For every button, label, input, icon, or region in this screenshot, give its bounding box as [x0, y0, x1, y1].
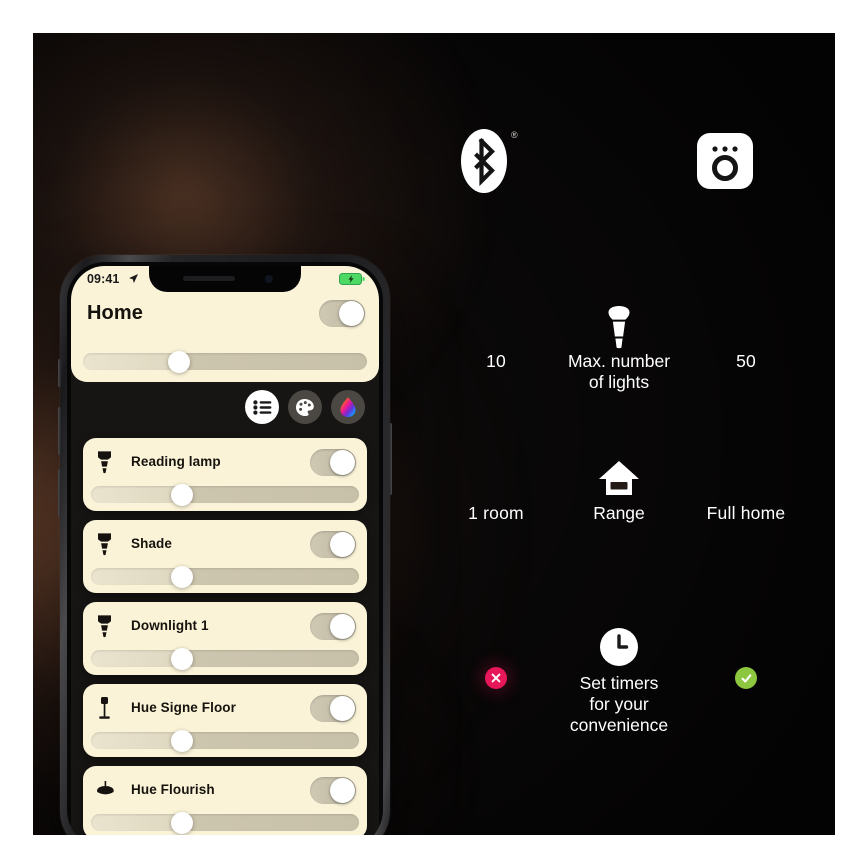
home-brightness-slider[interactable] — [83, 350, 367, 373]
light-name: Reading lamp — [131, 454, 221, 469]
phone-volume-down-button[interactable] — [58, 469, 61, 517]
row-timers-label-line3: convenience — [569, 715, 669, 735]
scene-canvas: ® 10 Max. number of lights 50 1 room Ran… — [33, 33, 835, 835]
filter-color-button[interactable] — [331, 390, 365, 424]
row-timers-center: Set timers for your convenience — [544, 628, 694, 736]
slider-thumb[interactable] — [168, 350, 191, 373]
status-bar-time: 09:41 — [87, 272, 120, 286]
light-brightness-slider[interactable] — [91, 565, 359, 588]
light-bulb-icon — [602, 305, 636, 349]
color-droplet-icon — [338, 396, 358, 418]
home-header-card: 09:41 Home — [71, 266, 379, 382]
comparison-panel: ® 10 Max. number of lights 50 1 room Ran… — [403, 33, 835, 835]
phone-volume-up-button[interactable] — [58, 407, 61, 455]
view-filter-group — [245, 390, 365, 424]
list-item[interactable]: Hue Flourish — [83, 766, 367, 835]
light-brightness-slider[interactable] — [91, 729, 359, 752]
phone-power-button[interactable] — [389, 423, 392, 495]
palette-icon — [295, 398, 315, 417]
battery-charging-icon — [339, 273, 365, 285]
clock-icon — [599, 627, 639, 667]
phone-bezel: 09:41 Home Reading lamp Shade Downlight … — [67, 262, 383, 835]
floor-lamp-icon — [96, 696, 113, 720]
light-brightness-slider[interactable] — [91, 647, 359, 670]
light-toggle[interactable] — [310, 449, 356, 476]
slider-thumb[interactable] — [171, 565, 194, 588]
spot-bulb-icon — [96, 450, 113, 474]
row-max-lights-right-value: 50 — [736, 351, 756, 371]
list-item[interactable]: Reading lamp — [83, 438, 367, 511]
phone-screen: 09:41 Home Reading lamp Shade Downlight … — [71, 266, 379, 835]
slider-thumb[interactable] — [171, 483, 194, 506]
home-master-toggle[interactable] — [319, 300, 365, 327]
toggle-knob — [330, 450, 355, 475]
light-name: Downlight 1 — [131, 618, 209, 633]
phone-notch — [149, 266, 301, 292]
row-timers-label-line2: for your — [589, 694, 649, 714]
phone-mockup: 09:41 Home Reading lamp Shade Downlight … — [58, 255, 392, 835]
toggle-knob — [339, 301, 364, 326]
slider-thumb[interactable] — [171, 811, 194, 834]
cross-badge-icon — [485, 667, 507, 689]
row-max-lights-label-line2: of lights — [588, 372, 650, 392]
phone-mute-switch[interactable] — [58, 359, 61, 387]
bluetooth-icon: ® — [461, 129, 518, 193]
light-brightness-slider[interactable] — [91, 811, 359, 834]
light-toggle[interactable] — [310, 777, 356, 804]
light-list: Reading lamp Shade Downlight 1 Hue Signe… — [83, 438, 367, 835]
toggle-knob — [330, 532, 355, 557]
light-toggle[interactable] — [310, 613, 356, 640]
front-camera — [265, 275, 273, 283]
row-range-right-value: Full home — [706, 503, 786, 523]
light-name: Hue Flourish — [131, 782, 215, 797]
house-icon — [597, 459, 641, 499]
page-title: Home — [87, 302, 143, 324]
list-item[interactable]: Shade — [83, 520, 367, 593]
light-name: Hue Signe Floor — [131, 700, 237, 715]
earpiece-speaker — [183, 276, 235, 281]
toggle-knob — [330, 696, 355, 721]
light-toggle[interactable] — [310, 531, 356, 558]
toggle-knob — [330, 778, 355, 803]
registered-mark: ® — [511, 130, 518, 140]
list-icon — [252, 399, 272, 415]
light-name: Shade — [131, 536, 173, 551]
toggle-knob — [330, 614, 355, 639]
slider-thumb[interactable] — [171, 729, 194, 752]
check-badge-icon — [735, 667, 757, 689]
row-timers-label-line1: Set timers — [579, 673, 659, 693]
filter-list-view-button[interactable] — [245, 390, 279, 424]
filter-scenes-button[interactable] — [288, 390, 322, 424]
pendant-lamp-icon — [96, 778, 115, 802]
slider-thumb[interactable] — [171, 647, 194, 670]
hue-bridge-icon — [697, 133, 753, 189]
spot-bulb-icon — [96, 532, 113, 556]
spot-bulb-icon — [96, 614, 113, 638]
list-item[interactable]: Downlight 1 — [83, 602, 367, 675]
location-arrow-icon — [128, 273, 139, 284]
light-brightness-slider[interactable] — [91, 483, 359, 506]
list-item[interactable]: Hue Signe Floor — [83, 684, 367, 757]
light-toggle[interactable] — [310, 695, 356, 722]
